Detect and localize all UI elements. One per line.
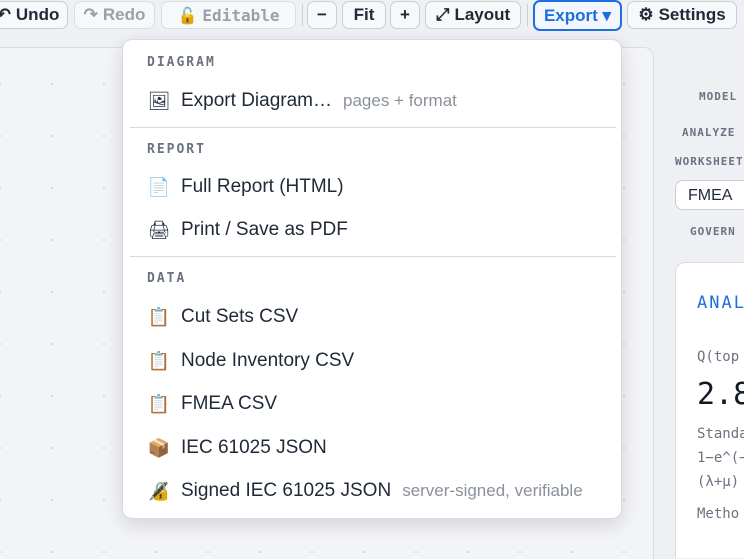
toolbar-divider [302, 4, 303, 26]
analysis-card: ANALYSIS Q(top 2.8 Standa 1−e^(− (λ+μ) M… [675, 262, 744, 558]
menu-divider [130, 127, 616, 128]
analysis-title: ANALYSIS [697, 293, 744, 313]
worksheet-select[interactable]: FMEA [675, 180, 744, 210]
editable-label: Editable [202, 5, 280, 25]
layout-button[interactable]: ⤢ Layout [425, 1, 521, 29]
menu-item-print-pdf[interactable]: 🖨 Print / Save as PDF [130, 210, 616, 250]
tab-govern[interactable]: GOVERN [690, 225, 736, 238]
zoom-out-button[interactable]: − [307, 1, 337, 29]
clipboard-icon: 📋 [147, 306, 171, 328]
fit-button[interactable]: Fit [342, 1, 386, 29]
menu-item-hint: pages + format [343, 91, 457, 110]
menu-item-fmea-csv[interactable]: 📋 FMEA CSV [130, 384, 616, 424]
redo-icon: ↷ [83, 5, 98, 24]
formula-line-1: Standa [697, 426, 744, 442]
zoom-in-button[interactable]: + [390, 1, 420, 29]
menu-item-label: Cut Sets CSV [181, 306, 299, 327]
package-icon: 📦 [147, 437, 171, 459]
menu-item-label: Node Inventory CSV [181, 350, 355, 371]
menu-item-label: Signed IEC 61025 JSON [181, 480, 392, 501]
section-title-data: DATA [147, 271, 187, 286]
export-menu-button[interactable]: Export ▾ [533, 0, 622, 31]
section-title-report: REPORT [147, 142, 206, 157]
menu-item-node-inventory-csv[interactable]: 📋 Node Inventory CSV [130, 341, 616, 381]
method-label: Metho [697, 506, 740, 522]
menu-item-label: Export Diagram… [181, 90, 332, 111]
unlock-icon: 🔓 [177, 5, 198, 25]
redo-button[interactable]: ↷ Redo [74, 1, 155, 29]
printer-icon: 🖨 [147, 219, 171, 241]
settings-label: Settings [658, 5, 726, 24]
section-title-diagram: DIAGRAM [147, 55, 216, 70]
export-menu: DIAGRAM 🖼 Export Diagram… pages + format… [122, 39, 622, 519]
expand-icon: ⤢ [435, 5, 450, 24]
settings-button[interactable]: ⚙ Settings [627, 1, 737, 29]
tab-analyze[interactable]: ANALYZE [682, 126, 735, 139]
document-icon: 📄 [147, 176, 171, 198]
tab-model[interactable]: MODEL [699, 90, 737, 103]
toolbar: ↶ Undo ↷ Redo 🔓 Editable − Fit + ⤢ Layou… [0, 0, 744, 33]
menu-item-label: IEC 61025 JSON [181, 437, 327, 458]
formula-line-3: (λ+μ) [697, 474, 740, 490]
toolbar-divider [527, 4, 528, 26]
formula-line-2: 1−e^(− [697, 450, 744, 466]
gear-icon: ⚙ [638, 5, 654, 24]
menu-divider [130, 256, 616, 257]
undo-icon: ↶ [0, 5, 11, 24]
clipboard-icon: 📋 [147, 350, 171, 372]
q-top-label: Q(top [697, 349, 740, 365]
menu-item-iec-json[interactable]: 📦 IEC 61025 JSON [130, 428, 616, 468]
layout-label: Layout [454, 5, 511, 24]
menu-item-label: Full Report (HTML) [181, 176, 344, 197]
worksheet-label: WORKSHEET [675, 155, 744, 168]
clipboard-icon: 📋 [147, 393, 171, 415]
menu-item-hint: server-signed, verifiable [402, 481, 583, 500]
editable-toggle[interactable]: 🔓 Editable [161, 1, 296, 29]
signed-lock-icon: 🔏 [147, 480, 171, 502]
picture-icon: 🖼 [147, 90, 171, 112]
undo-button[interactable]: ↶ Undo [0, 1, 68, 29]
menu-item-label: Print / Save as PDF [181, 219, 348, 240]
undo-label: Undo [15, 5, 60, 24]
q-top-value: 2.8 [697, 377, 744, 412]
menu-item-label: FMEA CSV [181, 393, 278, 414]
menu-item-export-diagram[interactable]: 🖼 Export Diagram… pages + format [130, 81, 616, 121]
side-panel: MODEL ANALYZE WORKSHEET FMEA GOVERN ANAL… [654, 33, 744, 558]
menu-item-cut-sets-csv[interactable]: 📋 Cut Sets CSV [130, 297, 616, 337]
menu-item-signed-iec-json[interactable]: 🔏 Signed IEC 61025 JSON server-signed, v… [130, 471, 616, 511]
redo-label: Redo [102, 5, 146, 24]
menu-item-full-report[interactable]: 📄 Full Report (HTML) [130, 167, 616, 207]
